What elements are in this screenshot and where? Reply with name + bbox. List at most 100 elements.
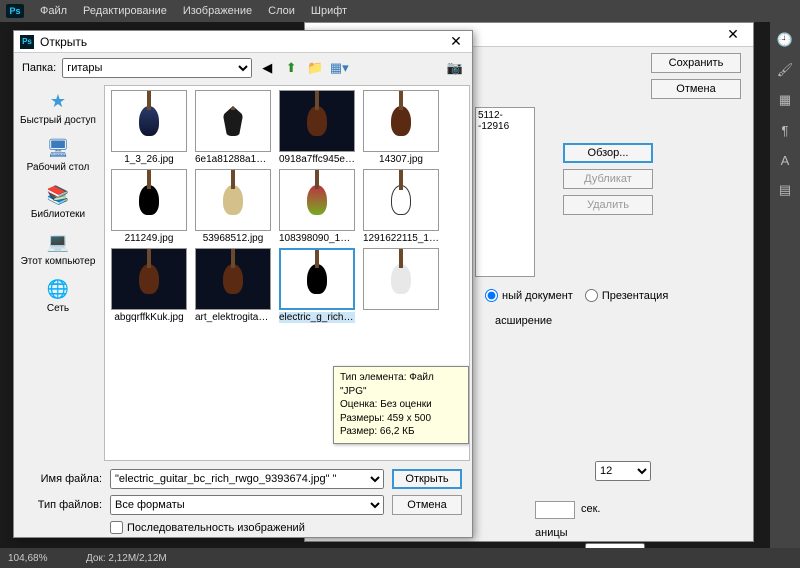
radio-presentation-input[interactable] <box>585 289 598 302</box>
file-thumbnail[interactable]: abgqrffkKuk.jpg <box>109 248 189 323</box>
network-icon: 🌐 <box>44 277 72 301</box>
file-thumbnail[interactable]: 6e1a81288a18034... <box>193 90 273 165</box>
duplicate-button[interactable]: Дубликат <box>563 169 653 189</box>
character-icon[interactable]: A <box>775 150 795 170</box>
thumbnail-label: 108398090_1GG.jpg <box>279 233 355 244</box>
menu-layers[interactable]: Слои <box>260 5 303 17</box>
sidebar-desktop[interactable]: 🖥 Рабочий стол <box>27 136 90 173</box>
thumbnail-image <box>279 90 355 152</box>
filetype-label: Тип файлов: <box>24 499 102 511</box>
tooltip-line: Размеры: 459 x 500 <box>340 412 462 426</box>
thumbnail-label: 53968512.jpg <box>195 233 271 244</box>
file-thumbnail[interactable]: 53968512.jpg <box>193 169 273 244</box>
filename-label: Имя файла: <box>24 473 102 485</box>
camera-icon[interactable]: 📷 <box>446 59 464 77</box>
open-title: Открыть <box>40 35 87 49</box>
delete-button[interactable]: Удалить <box>563 195 653 215</box>
radio-document-input[interactable] <box>485 289 498 302</box>
up-icon[interactable]: ⬆ <box>282 59 300 77</box>
folder-select[interactable]: гитары <box>62 58 252 78</box>
image-sequence-label: Последовательность изображений <box>127 522 305 534</box>
open-toolbar: Папка: гитары ◀ ⬆ 📁 ▦▾ 📷 <box>14 53 472 83</box>
cancel-button[interactable]: Отмена <box>651 79 741 99</box>
thumbnail-image <box>279 248 355 310</box>
thumbnail-label: art_elektrogitara... <box>195 312 271 323</box>
radio-presentation[interactable]: Презентация <box>585 289 668 302</box>
cancel-open-button[interactable]: Отмена <box>392 495 462 515</box>
seconds-label: сек. <box>581 503 601 515</box>
menu-image[interactable]: Изображение <box>175 5 260 17</box>
paragraph-icon[interactable]: ¶ <box>775 120 795 140</box>
radio-document-label: ный документ <box>502 290 573 302</box>
image-sequence-checkbox[interactable] <box>110 521 123 534</box>
right-panels-strip: 🕘 🖌 ▦ ¶ A ▤ <box>770 22 800 568</box>
open-titlebar: Ps Открыть ✕ <box>14 31 472 53</box>
thumbnail-label: electric_g_rich_rwgo <box>279 312 355 323</box>
file-thumbnail[interactable]: art_elektrogitara... <box>193 248 273 323</box>
file-thumbnail[interactable]: electric_g_rich_rwgo <box>277 248 357 323</box>
filename-input[interactable]: "electric_guitar_bc_rich_rwgo_9393674.jp… <box>110 469 384 489</box>
save-button[interactable]: Сохранить <box>651 53 741 73</box>
thumbnail-label: 0918a7ffc945ef... <box>279 154 355 165</box>
radio-document[interactable]: ный документ <box>485 289 573 302</box>
view-icon[interactable]: ▦▾ <box>330 59 348 77</box>
menu-type[interactable]: Шрифт <box>303 5 355 17</box>
brush-icon[interactable]: 🖌 <box>775 60 795 80</box>
sidebar-label: Рабочий стол <box>27 162 90 173</box>
thumbnail-label: 1291622115_1443... <box>363 233 439 244</box>
thumbnail-image <box>363 248 439 310</box>
pdf-list-item[interactable]: 5112--12916 <box>478 110 532 132</box>
thumbnail-image <box>195 248 271 310</box>
file-thumbnail[interactable]: 211249.jpg <box>109 169 189 244</box>
radio-presentation-label: Презентация <box>602 290 668 302</box>
sidebar-label: Этот компьютер <box>21 256 96 267</box>
status-bar: 104,68% Док: 2,12M/2,12M <box>0 548 800 568</box>
layers-icon[interactable]: ▤ <box>775 180 795 200</box>
sidebar-label: Библиотеки <box>31 209 85 220</box>
thumbnail-image <box>195 169 271 231</box>
file-thumbnail[interactable]: 1_3_26.jpg <box>109 90 189 165</box>
menu-edit[interactable]: Редактирование <box>75 5 175 17</box>
file-tooltip: Тип элемента: Файл "JPG" Оценка: Без оце… <box>333 366 469 444</box>
close-icon[interactable]: ✕ <box>446 33 466 50</box>
open-file-dialog: Ps Открыть ✕ Папка: гитары ◀ ⬆ 📁 ▦▾ 📷 ★ … <box>13 30 473 538</box>
ps-logo: Ps <box>6 4 24 18</box>
zoom-level[interactable]: 104,68% <box>8 553 68 564</box>
sidebar-label: Сеть <box>47 303 69 314</box>
back-icon[interactable]: ◀ <box>258 59 276 77</box>
thumbnail-label: 14307.jpg <box>363 154 439 165</box>
libraries-icon: 📚 <box>44 183 72 207</box>
open-button[interactable]: Открыть <box>392 469 462 489</box>
quality-select[interactable]: 12 <box>595 461 651 481</box>
pages-label: аницы <box>535 527 568 539</box>
this-pc-icon: 💻 <box>44 230 72 254</box>
app-menubar: Ps Файл Редактирование Изображение Слои … <box>0 0 800 22</box>
quick-access-icon: ★ <box>44 89 72 113</box>
new-folder-icon[interactable]: 📁 <box>306 59 324 77</box>
pdf-expansion-label: асширение <box>495 315 552 327</box>
file-thumbnail[interactable]: 1291622115_1443... <box>361 169 441 244</box>
swatches-icon[interactable]: ▦ <box>775 90 795 110</box>
ps-icon: Ps <box>20 35 34 49</box>
sidebar-quick-access[interactable]: ★ Быстрый доступ <box>20 89 96 126</box>
history-icon[interactable]: 🕘 <box>775 30 795 50</box>
seconds-input[interactable] <box>535 501 575 519</box>
filetype-select[interactable]: Все форматы <box>110 495 384 515</box>
menu-file[interactable]: Файл <box>32 5 75 17</box>
file-thumbnail[interactable]: 108398090_1GG.jpg <box>277 169 357 244</box>
file-thumbnail[interactable]: 14307.jpg <box>361 90 441 165</box>
file-thumbnail-area[interactable]: 1_3_26.jpg 6e1a81288a18034... 0918a7ffc945… <box>104 85 470 461</box>
close-icon[interactable]: ✕ <box>721 26 745 43</box>
thumbnail-image <box>111 90 187 152</box>
thumbnail-image <box>111 169 187 231</box>
sidebar-libraries[interactable]: 📚 Библиотеки <box>31 183 85 220</box>
file-thumbnail[interactable]: 0918a7ffc945ef... <box>277 90 357 165</box>
thumbnail-label: 211249.jpg <box>111 233 187 244</box>
thumbnail-label: 6e1a81288a18034... <box>195 154 271 165</box>
sidebar-this-pc[interactable]: 💻 Этот компьютер <box>21 230 96 267</box>
browse-button[interactable]: Обзор... <box>563 143 653 163</box>
sidebar-label: Быстрый доступ <box>20 115 96 126</box>
sidebar-network[interactable]: 🌐 Сеть <box>44 277 72 314</box>
file-thumbnail[interactable] <box>361 248 441 323</box>
pdf-file-list[interactable]: 5112--12916 <box>475 107 535 277</box>
